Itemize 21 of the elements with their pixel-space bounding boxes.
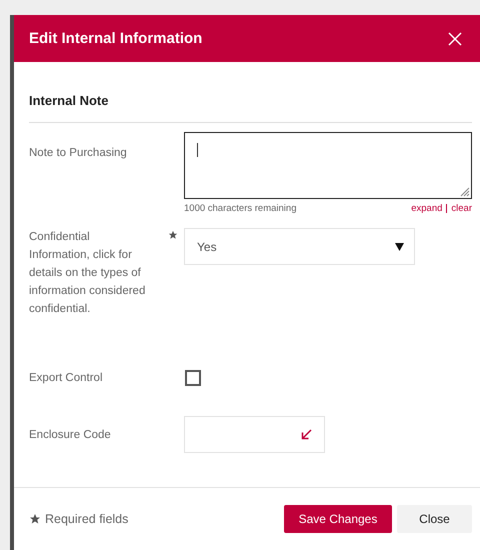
select-dropdown[interactable]: Yes — [184, 228, 415, 265]
arrow-icon[interactable] — [301, 429, 312, 440]
close-button[interactable]: Close — [397, 505, 472, 533]
field-label: Confidential Information, click for details on the types of information considered confidential. — [29, 230, 146, 317]
field-label: Export Control — [29, 371, 104, 386]
close-icon[interactable] — [448, 32, 462, 46]
caret-icon — [395, 242, 404, 250]
field-label: Enclosure Code — [29, 428, 112, 442]
dialog-title: Edit Internal Information — [29, 30, 202, 47]
star-icon — [29, 513, 41, 525]
resize-grip-icon[interactable] — [459, 186, 470, 197]
required-note: Required fields — [45, 512, 128, 526]
field-label: Note to Purchasing — [29, 146, 128, 161]
character-counter: 1000 characters remaining — [184, 203, 296, 214]
note-textarea[interactable] — [184, 132, 472, 199]
checkbox[interactable] — [185, 370, 201, 386]
section-title: Internal Note — [29, 93, 472, 123]
save-button[interactable]: Save Changes — [284, 505, 392, 533]
text-link[interactable]: expand — [411, 203, 442, 214]
input-field[interactable] — [184, 416, 325, 453]
text-link[interactable]: clear — [451, 203, 472, 214]
